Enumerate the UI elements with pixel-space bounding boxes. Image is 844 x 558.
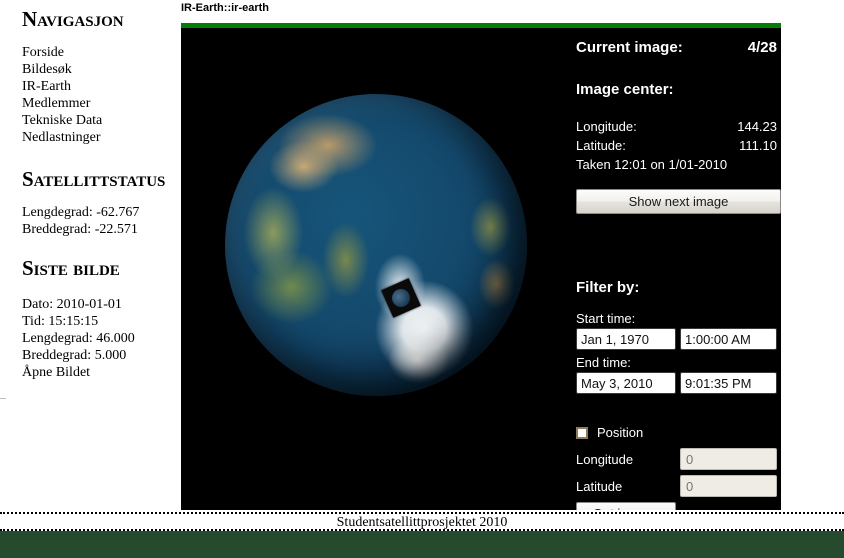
sidebar-item-nedlastninger[interactable]: Nedlastninger bbox=[22, 129, 102, 146]
image-center-longitude-label: Longitude: bbox=[576, 119, 637, 134]
filter-latitude-label: Latitude bbox=[576, 479, 623, 494]
start-date-input[interactable] bbox=[576, 328, 676, 350]
last-image-list: Dato: 2010-01-01 Tid: 15:15:15 Lengdegra… bbox=[22, 296, 135, 381]
filter-heading: Filter by: bbox=[576, 279, 640, 296]
status-latitude: Breddegrad: -22.571 bbox=[22, 222, 138, 237]
earth-globe[interactable] bbox=[225, 94, 527, 396]
filter-longitude-input[interactable] bbox=[680, 448, 777, 470]
sidebar-item-tekniske-data[interactable]: Tekniske Data bbox=[22, 112, 102, 129]
last-image-longitude: Lengdegrad: 46.000 bbox=[22, 331, 135, 346]
filter-latitude-input[interactable] bbox=[680, 475, 777, 497]
sidebar-divider bbox=[0, 398, 6, 399]
sidebar: Navigasjon Forside Bildesøk IR-Earth Med… bbox=[0, 0, 178, 512]
page-title: IR-Earth::ir-earth bbox=[181, 2, 270, 14]
footer: Studentsatellittprosjektet 2010 bbox=[0, 512, 844, 531]
image-center-latitude-label: Latitude: bbox=[576, 138, 626, 153]
end-clock-input[interactable] bbox=[680, 372, 777, 394]
globe-stage[interactable] bbox=[181, 28, 571, 510]
satellite-status-heading: Satellittstatus bbox=[22, 167, 166, 191]
last-image-heading: Siste bilde bbox=[22, 256, 120, 280]
filter-longitude-label: Longitude bbox=[576, 452, 634, 467]
current-image-value: 4/28 bbox=[747, 39, 777, 56]
last-image-date: Dato: 2010-01-01 bbox=[22, 297, 122, 312]
end-date-input[interactable] bbox=[576, 372, 676, 394]
navigation-list: Forside Bildesøk IR-Earth Medlemmer Tekn… bbox=[22, 44, 102, 146]
end-time-label: End time: bbox=[576, 355, 631, 370]
image-center-latitude-value: 111.10 bbox=[739, 138, 777, 153]
get-images-button[interactable]: Get images bbox=[576, 502, 676, 510]
position-checkbox[interactable] bbox=[576, 426, 588, 439]
current-image-label: Current image: bbox=[576, 39, 683, 56]
last-image-latitude: Breddegrad: 5.000 bbox=[22, 348, 127, 363]
image-center-longitude-row: Longitude: 144.23 bbox=[576, 119, 777, 134]
sidebar-item-medlemmer[interactable]: Medlemmer bbox=[22, 95, 102, 112]
sidebar-item-bildesok[interactable]: Bildesøk bbox=[22, 61, 102, 78]
current-image-row: Current image: 4/28 bbox=[576, 39, 777, 56]
navigation-heading: Navigasjon bbox=[22, 7, 124, 31]
image-center-heading: Image center: bbox=[576, 81, 674, 98]
status-longitude: Lengdegrad: -62.767 bbox=[22, 205, 140, 220]
show-next-image-button[interactable]: Show next image bbox=[576, 189, 781, 214]
image-taken-text: Taken 12:01 on 1/01-2010 bbox=[576, 157, 728, 172]
image-center-longitude-value: 144.23 bbox=[737, 119, 777, 134]
position-row[interactable]: Position bbox=[576, 425, 643, 440]
satellite-image-marker[interactable] bbox=[381, 278, 421, 318]
sidebar-item-ir-earth[interactable]: IR-Earth bbox=[22, 78, 102, 95]
image-center-latitude-row: Latitude: 111.10 bbox=[576, 138, 777, 153]
last-image-time: Tid: 15:15:15 bbox=[22, 314, 99, 329]
start-time-label: Start time: bbox=[576, 311, 636, 326]
satellite-status-list: Lengdegrad: -62.767 Breddegrad: -22.571 bbox=[22, 204, 139, 238]
open-image-link[interactable]: Åpne Bildet bbox=[22, 364, 135, 381]
sidebar-item-forside[interactable]: Forside bbox=[22, 44, 102, 61]
start-clock-input[interactable] bbox=[680, 328, 777, 350]
position-label: Position bbox=[597, 425, 644, 440]
footer-green-band bbox=[0, 531, 844, 558]
image-viewer-panel: Current image: 4/28 Image center: Longit… bbox=[181, 23, 781, 510]
